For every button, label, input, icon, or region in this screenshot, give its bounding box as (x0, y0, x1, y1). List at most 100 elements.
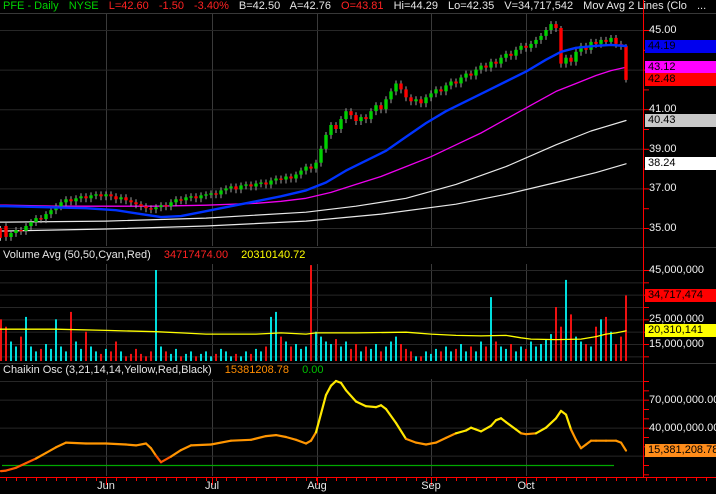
chaikin-line (384, 407, 398, 425)
volume-bar (420, 356, 422, 361)
volume-bar (400, 344, 402, 361)
volume-bar (230, 356, 232, 361)
candle-body (324, 134, 328, 149)
candle-body (34, 218, 38, 223)
candle-body (189, 196, 193, 198)
volume-bar (250, 353, 252, 361)
gray-ma-badge: 40.43 (645, 114, 716, 127)
chaikin-value-badge: 15,381,208.78 (645, 444, 716, 458)
volume-bar (340, 346, 342, 361)
candle-body (44, 214, 48, 219)
volume-bar (25, 316, 27, 361)
chaikin-line (394, 421, 408, 440)
volume-bar (430, 353, 432, 361)
candle-body (94, 194, 98, 196)
candle-body (454, 81, 458, 84)
candle-body (529, 43, 533, 48)
volume-bar (375, 344, 377, 361)
chaikin-axis-label: 70,000,000.00 (649, 393, 716, 406)
candle-body (329, 125, 333, 135)
candle-body (289, 176, 293, 179)
volume-bar (545, 339, 547, 361)
ask-value: A=42.76 (289, 0, 331, 12)
candle-body (239, 185, 243, 190)
candle-body (219, 190, 223, 195)
low-value: Lo=42.35 (448, 0, 495, 12)
candle-body (174, 199, 178, 203)
chaikin-line (274, 434, 288, 439)
candle-body (134, 202, 138, 205)
volume-bar (85, 331, 87, 361)
candle-body (29, 222, 33, 227)
candle-body (424, 97, 428, 104)
chaikin-line (154, 454, 163, 464)
candle-body (544, 30, 548, 36)
candle-body (459, 77, 463, 84)
last-price-badge: 42.48 (645, 73, 716, 87)
volume-bar (120, 351, 122, 361)
exchange-label: NYSE (68, 0, 99, 12)
volume-bar (275, 311, 277, 361)
candle-body (259, 182, 263, 184)
volume-bar (35, 351, 37, 361)
candle-body (604, 39, 608, 42)
volume-bar (475, 351, 477, 361)
candle-body (199, 195, 203, 199)
candle-body (339, 119, 343, 129)
chaikin-pane-header: Chaikin Osc (3,21,14,14,Yellow,Red,Black… (3, 364, 334, 377)
candle-body (614, 37, 618, 44)
volume-bar (595, 326, 597, 361)
volume-bar (625, 295, 627, 361)
candle-body (464, 73, 468, 78)
chaikin-line (319, 393, 328, 415)
volume-bar (220, 348, 222, 361)
chaikin-line (364, 405, 378, 409)
volume-bar (355, 344, 357, 361)
candle-body (379, 105, 383, 110)
candle-body (609, 37, 613, 42)
quote-header: PFE - Daily NYSE L=42.60 -1.50 -3.40% B=… (3, 0, 713, 13)
volume-bar (45, 344, 47, 361)
volume-avg-badge: 20,310,141 (645, 324, 716, 338)
volume-bar (140, 353, 142, 361)
volume-bar (535, 346, 537, 361)
candle-body (389, 91, 393, 100)
volume-bar (380, 351, 382, 361)
price-axis-label: 37.00 (649, 182, 677, 195)
volume-bar (165, 351, 167, 361)
volume-bar (75, 341, 77, 361)
volume-bar (175, 348, 177, 361)
indicator-ellipsis[interactable]: ... (697, 0, 706, 12)
ma-medium-magenta (0, 66, 627, 207)
volume-bar (150, 351, 152, 361)
candle-body (209, 193, 213, 195)
volume-bar (320, 336, 322, 361)
volume-pane-title: Volume Avg (50,50,Cyan,Red) (3, 249, 151, 261)
candle-body (354, 115, 358, 121)
volume-axis-label: 15,000,000 (649, 338, 705, 350)
volume-bar (565, 279, 567, 361)
volume-value-badge: 34,717,474 (645, 288, 716, 302)
candle-body (509, 53, 513, 56)
chaikin-line (434, 436, 448, 444)
price-axis-label: 45.00 (649, 24, 677, 36)
candle-body (159, 205, 163, 208)
volume-bar (370, 348, 372, 361)
month-label-aug: Aug (307, 480, 327, 492)
volume-bar (575, 336, 577, 361)
volume-bar (515, 351, 517, 361)
volume-bar (10, 341, 12, 361)
volume-bar (365, 346, 367, 361)
blue-ma-badge: 44.19 (645, 39, 716, 53)
candle-body (554, 24, 558, 29)
candle-body (624, 45, 628, 80)
chaikin-line (574, 438, 583, 450)
volume-bar (95, 351, 97, 361)
candle-body (309, 166, 313, 169)
volume-pane-header: Volume Avg (50,50,Cyan,Red) 34717474.00 … (3, 249, 315, 262)
volume-bar (580, 341, 582, 361)
candle-body (444, 85, 448, 92)
candle-body (119, 197, 123, 200)
chart-canvas[interactable] (0, 0, 716, 494)
volume-bar (115, 341, 117, 361)
